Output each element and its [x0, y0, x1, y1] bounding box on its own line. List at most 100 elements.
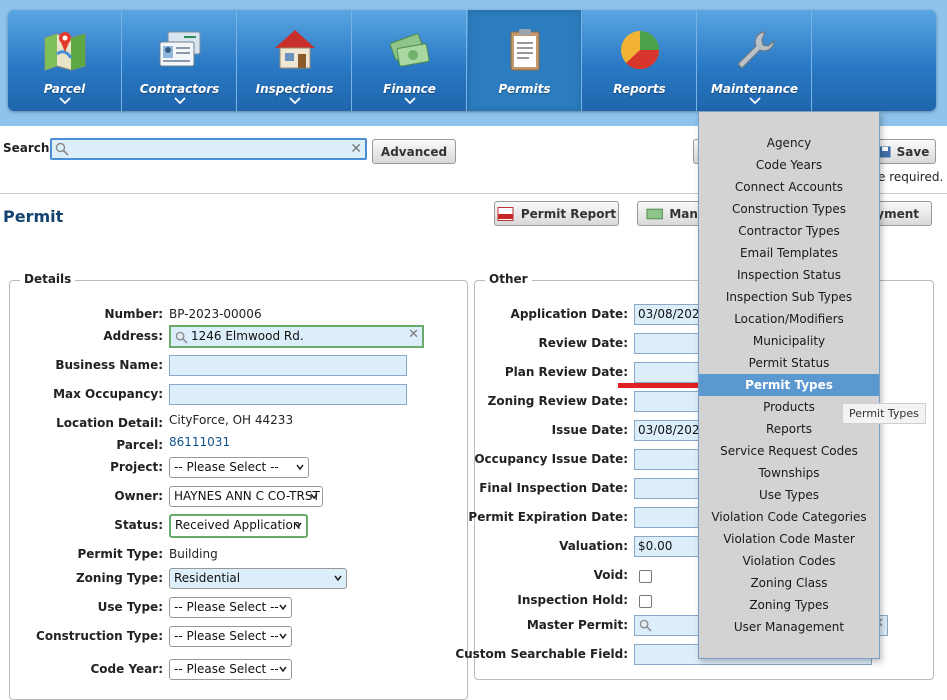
business-name-field[interactable]	[169, 355, 407, 376]
inspection-hold-checkbox[interactable]	[639, 595, 652, 608]
owner-select[interactable]: HAYNES ANN C CO-TRST	[169, 486, 323, 507]
chevron-down-icon	[279, 604, 287, 611]
page-title: Permit	[3, 207, 64, 226]
money-icon	[389, 33, 430, 67]
menu-item-connect-accounts[interactable]: Connect Accounts	[699, 176, 879, 198]
menu-item-violation-codes[interactable]: Violation Codes	[699, 550, 879, 572]
parcel-link[interactable]: 86111031	[169, 435, 230, 449]
main-nav: Parcel Contractors Inspections Finance P…	[8, 10, 936, 111]
max-occupancy-label: Max Occupancy:	[53, 387, 163, 401]
menu-item-violation-code-master[interactable]: Violation Code Master	[699, 528, 879, 550]
clipboard-icon	[510, 29, 539, 71]
valuation-field[interactable]: $0.00	[634, 536, 704, 557]
menu-item-contractor-types[interactable]: Contractor Types	[699, 220, 879, 242]
tooltip: Permit Types	[842, 403, 926, 424]
menu-item-permit-status[interactable]: Permit Status	[699, 352, 879, 374]
advanced-button[interactable]: Advanced	[372, 139, 456, 164]
pie-chart-icon	[620, 31, 659, 70]
review-date-field[interactable]	[634, 333, 704, 354]
use-type-label: Use Type:	[97, 600, 163, 614]
status-label: Status:	[114, 518, 163, 532]
plan-review-date-label: Plan Review Date:	[504, 365, 628, 379]
nav-reports[interactable]: Reports	[583, 10, 697, 111]
nav-label: Permits	[498, 82, 551, 96]
nav-maintenance[interactable]: Maintenance	[698, 10, 812, 111]
max-occupancy-field[interactable]	[169, 384, 407, 405]
chevron-down-icon	[310, 493, 318, 500]
save-button[interactable]: Save	[872, 139, 936, 164]
menu-item-zoning-class[interactable]: Zoning Class	[699, 572, 879, 594]
menu-item-agency[interactable]: Agency	[699, 132, 879, 154]
nav-finance[interactable]: Finance	[353, 10, 467, 111]
use-type-select[interactable]: -- Please Select --	[169, 597, 292, 618]
menu-item-inspection-status[interactable]: Inspection Status	[699, 264, 879, 286]
valuation-label: Valuation:	[559, 539, 628, 553]
menu-item-user-management[interactable]: User Management	[699, 616, 879, 638]
nav-parcel[interactable]: Parcel	[8, 10, 122, 111]
occupancy-issue-date-label: Occupancy Issue Date:	[474, 452, 628, 466]
nav-permits[interactable]: Permits	[468, 10, 582, 111]
menu-item-municipality[interactable]: Municipality	[699, 330, 879, 352]
issue-date-field[interactable]: 03/08/2023	[634, 420, 704, 441]
code-year-select[interactable]: -- Please Select --	[169, 659, 292, 680]
search-icon	[639, 619, 652, 632]
money-icon	[646, 208, 663, 219]
menu-item-inspection-sub-types[interactable]: Inspection Sub Types	[699, 286, 879, 308]
search-input[interactable]: ✕	[50, 138, 367, 160]
menu-item-townships[interactable]: Townships	[699, 462, 879, 484]
menu-item-location-modifiers[interactable]: Location/Modifiers	[699, 308, 879, 330]
application-date-label: Application Date:	[510, 307, 628, 321]
clear-icon[interactable]: ✕	[408, 327, 419, 342]
permit-expiration-date-field[interactable]	[634, 507, 704, 528]
location-detail-value: CityForce, OH 44233	[169, 413, 294, 427]
occupancy-issue-date-field[interactable]	[634, 449, 704, 470]
menu-item-service-request-codes[interactable]: Service Request Codes	[699, 440, 879, 462]
inspection-hold-label: Inspection Hold:	[517, 593, 628, 607]
construction-type-select[interactable]: -- Please Select --	[169, 626, 292, 647]
details-legend: Details	[20, 272, 76, 286]
floppy-icon	[879, 146, 891, 157]
manage-button[interactable]: Mana	[637, 201, 707, 226]
project-label: Project:	[110, 460, 163, 474]
zoning-type-select[interactable]: Residential	[169, 568, 347, 589]
menu-item-email-templates[interactable]: Email Templates	[699, 242, 879, 264]
id-cards-icon	[159, 31, 200, 67]
permit-type-value: Building	[169, 547, 218, 561]
address-field[interactable]: 1246 Elmwood Rd. ✕	[169, 325, 424, 348]
nav-inspections[interactable]: Inspections	[238, 10, 352, 111]
application-date-field[interactable]: 03/08/2023	[634, 304, 704, 325]
project-select[interactable]: -- Please Select --	[169, 457, 309, 478]
parcel-label: Parcel:	[116, 438, 163, 452]
other-legend: Other	[485, 272, 532, 286]
chevron-down-icon	[279, 633, 287, 640]
required-note: e required.	[878, 170, 944, 184]
chevron-down-icon	[748, 97, 761, 105]
search-label: Search:	[3, 141, 55, 155]
clear-icon[interactable]: ✕	[350, 141, 362, 157]
chevron-down-icon	[173, 97, 186, 105]
nav-label: Reports	[613, 82, 666, 96]
nav-contractors[interactable]: Contractors	[123, 10, 237, 111]
menu-item-use-types[interactable]: Use Types	[699, 484, 879, 506]
void-label: Void:	[593, 568, 628, 582]
nav-label: Inspections	[255, 82, 334, 96]
zoning-type-value: Residential	[174, 571, 241, 585]
chevron-down-icon	[296, 464, 304, 471]
permit-report-button[interactable]: Permit Report	[494, 201, 619, 226]
chevron-down-icon	[403, 97, 416, 105]
maintenance-menu: Agency Code Years Connect Accounts Construc…	[698, 111, 880, 659]
wrench-icon	[736, 31, 775, 69]
owner-value: HAYNES ANN C CO-TRST	[174, 489, 320, 503]
menu-item-zoning-types[interactable]: Zoning Types	[699, 594, 879, 616]
menu-item-construction-types[interactable]: Construction Types	[699, 198, 879, 220]
final-inspection-date-field[interactable]	[634, 478, 704, 499]
search-icon	[55, 142, 69, 156]
custom-searchable-label: Custom Searchable Field:	[455, 647, 628, 661]
menu-item-code-years[interactable]: Code Years	[699, 154, 879, 176]
status-select[interactable]: Received Application	[169, 514, 308, 538]
void-checkbox[interactable]	[639, 570, 652, 583]
project-value: -- Please Select --	[174, 460, 279, 474]
master-permit-label: Master Permit:	[526, 618, 628, 632]
menu-item-permit-types[interactable]: Permit Types	[699, 374, 879, 396]
menu-item-violation-code-categories[interactable]: Violation Code Categories	[699, 506, 879, 528]
